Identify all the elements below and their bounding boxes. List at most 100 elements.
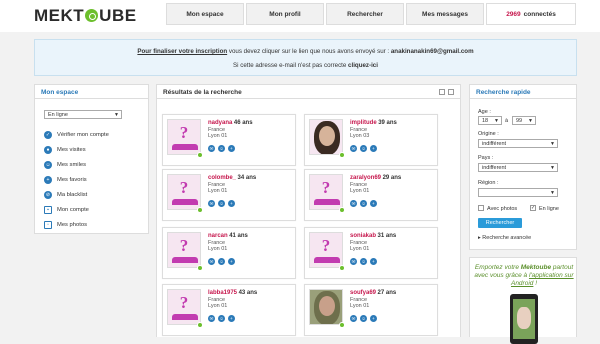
chevron-down-icon: ▼ xyxy=(550,165,555,171)
online-checkbox[interactable]: ✓ xyxy=(530,205,536,211)
origin-select[interactable]: indifférent ▼ xyxy=(478,139,558,148)
online-indicator-icon xyxy=(197,152,203,158)
profile-city: Lyon 01 xyxy=(208,303,228,309)
favorite-plus-icon[interactable]: + xyxy=(228,315,235,322)
smile-icon[interactable]: ☺ xyxy=(218,200,225,207)
profile-photo-placeholder[interactable]: ? xyxy=(167,174,201,210)
profile-name[interactable]: implitude xyxy=(350,120,377,126)
favorite-plus-icon[interactable]: + xyxy=(370,315,377,322)
grid-view-icon[interactable] xyxy=(448,89,454,95)
smile-icon[interactable]: ☺ xyxy=(218,145,225,152)
advanced-search-link[interactable]: ▸ Recherche avancée xyxy=(478,235,531,241)
message-icon[interactable]: ✉ xyxy=(350,258,357,265)
menu-my-blacklist[interactable]: ⊘ Ma blacklist xyxy=(44,187,109,202)
smile-icon[interactable]: ☺ xyxy=(218,258,225,265)
profile-actions: ✉ ☺ + xyxy=(350,258,380,265)
status-select[interactable]: En ligne ▼ xyxy=(44,110,122,119)
photo-face xyxy=(319,126,335,146)
menu-my-favorites[interactable]: + Mes favoris xyxy=(44,172,109,187)
click-here-link[interactable]: cliquez-ici xyxy=(348,62,378,69)
favorite-plus-icon[interactable]: + xyxy=(228,145,235,152)
notice-line-1: Pour finaliser votre inscription vous de… xyxy=(35,48,576,55)
view-toggle xyxy=(436,89,454,95)
profile-photo-placeholder[interactable]: ? xyxy=(309,232,343,268)
chevron-down-icon: ▼ xyxy=(114,112,119,118)
profile-card[interactable]: ? colombe_ 34 ans France Lyon 01 ✉ ☺ + xyxy=(162,169,296,221)
favorite-plus-icon[interactable]: + xyxy=(228,200,235,207)
age-from-select[interactable]: 18 ▼ xyxy=(478,116,502,125)
favorite-plus-icon[interactable]: + xyxy=(370,145,377,152)
profile-photo[interactable] xyxy=(309,289,343,325)
smile-icon[interactable]: ☺ xyxy=(360,315,367,322)
profile-city: Lyon 01 xyxy=(208,246,228,252)
promo-text: Emportez votre Mektoube partout avec vou… xyxy=(474,264,574,288)
favorite-plus-icon[interactable]: + xyxy=(370,200,377,207)
message-icon[interactable]: ✉ xyxy=(350,145,357,152)
profile-card[interactable]: ? narcan 41 ans France Lyon 01 ✉ ☺ + xyxy=(162,227,296,279)
profile-country: France xyxy=(208,239,226,246)
profile-card[interactable]: ? labba1975 43 ans France Lyon 01 ✉ ☺ + xyxy=(162,284,296,336)
profile-age: 29 ans xyxy=(382,175,402,181)
online-indicator-icon xyxy=(339,207,345,213)
profile-photo-placeholder[interactable]: ? xyxy=(167,119,201,155)
menu-my-visits[interactable]: ● Mes visites xyxy=(44,142,109,157)
message-icon[interactable]: ✉ xyxy=(208,145,215,152)
profile-age: 39 ans xyxy=(378,120,397,126)
nav-rechercher[interactable]: Rechercher xyxy=(326,3,404,25)
nav-online-count[interactable]: 2969 connectés xyxy=(486,3,576,25)
smile-icon[interactable]: ☺ xyxy=(218,315,225,322)
message-icon[interactable]: ✉ xyxy=(208,200,215,207)
smile-icon[interactable]: ☺ xyxy=(360,258,367,265)
message-icon[interactable]: ✉ xyxy=(350,315,357,322)
my-space-panel: Mon espace En ligne ▼ ✓ Vérifier mon compt… xyxy=(34,84,149,234)
profile-card[interactable]: ? nadyana 46 ans France Lyon 01 ✉ ☺ + xyxy=(162,114,296,166)
list-view-icon[interactable] xyxy=(439,89,445,95)
profile-name[interactable]: zaralyon69 xyxy=(350,175,381,181)
profile-name[interactable]: soniakab xyxy=(350,233,376,239)
country-select[interactable]: indifferent ▼ xyxy=(478,163,558,172)
with-photos-checkbox[interactable] xyxy=(478,205,484,211)
profile-card[interactable]: implitude 39 ans France Lyon 03 ✉ ☺ + xyxy=(304,114,438,166)
mektoube-logo[interactable]: MEKT UBE xyxy=(34,6,137,26)
chevron-down-icon: ▼ xyxy=(550,141,555,147)
profile-photo-placeholder[interactable]: ? xyxy=(167,232,201,268)
message-icon[interactable]: ✉ xyxy=(208,315,215,322)
profile-card[interactable]: ? soniakab 31 ans France Lyon 01 ✉ ☺ + xyxy=(304,227,438,279)
age-to-select[interactable]: 99 ▼ xyxy=(512,116,536,125)
menu-my-smiles[interactable]: ☺ Mes smiles xyxy=(44,157,109,172)
message-icon[interactable]: ✉ xyxy=(350,200,357,207)
region-select[interactable]: ▼ xyxy=(478,188,558,197)
nav-mon-profil[interactable]: Mon profil xyxy=(246,3,324,25)
favorite-plus-icon[interactable]: + xyxy=(228,258,235,265)
profile-name[interactable]: nadyana xyxy=(208,120,232,126)
menu-my-photos[interactable]: ▫ Mes photos xyxy=(44,217,109,232)
search-button[interactable]: Rechercher xyxy=(478,218,522,228)
menu-label: Mon compte xyxy=(57,206,89,213)
profile-photo-placeholder[interactable]: ? xyxy=(309,174,343,210)
smile-icon[interactable]: ☺ xyxy=(360,200,367,207)
nav-mon-espace[interactable]: Mon espace xyxy=(166,3,244,25)
message-icon[interactable]: ✉ xyxy=(208,258,215,265)
profile-name[interactable]: labba1975 xyxy=(208,290,237,296)
my-space-title: Mon espace xyxy=(35,85,148,99)
smile-icon[interactable]: ☺ xyxy=(360,145,367,152)
profile-city: Lyon 01 xyxy=(350,303,370,309)
question-mark-icon: ? xyxy=(179,293,189,312)
profile-name[interactable]: narcan xyxy=(208,233,228,239)
profile-photo-placeholder[interactable]: ? xyxy=(167,289,201,325)
menu-verify-account[interactable]: ✓ Vérifier mon compte xyxy=(44,127,109,142)
profile-country: France xyxy=(208,181,226,188)
profile-photo[interactable] xyxy=(309,119,343,155)
avatar-base xyxy=(172,144,198,150)
finalize-link[interactable]: Pour finaliser votre inscription xyxy=(137,48,227,55)
menu-my-account[interactable]: ▪ Mon compte xyxy=(44,202,109,217)
profile-name[interactable]: colombe_ xyxy=(208,175,236,181)
profile-name[interactable]: soufya69 xyxy=(350,290,376,296)
country-label: Pays : xyxy=(478,155,494,161)
android-promo[interactable]: Emportez votre Mektoube partout avec vou… xyxy=(469,257,577,344)
nav-mes-messages[interactable]: Mes messages xyxy=(406,3,484,25)
profile-card[interactable]: soufya69 27 ans France Lyon 01 ✉ ☺ + xyxy=(304,284,438,336)
profile-card[interactable]: ? zaralyon69 29 ans France Lyon 01 ✉ ☺ + xyxy=(304,169,438,221)
favorite-plus-icon[interactable]: + xyxy=(370,258,377,265)
registration-notice: Pour finaliser votre inscription vous de… xyxy=(34,39,577,76)
